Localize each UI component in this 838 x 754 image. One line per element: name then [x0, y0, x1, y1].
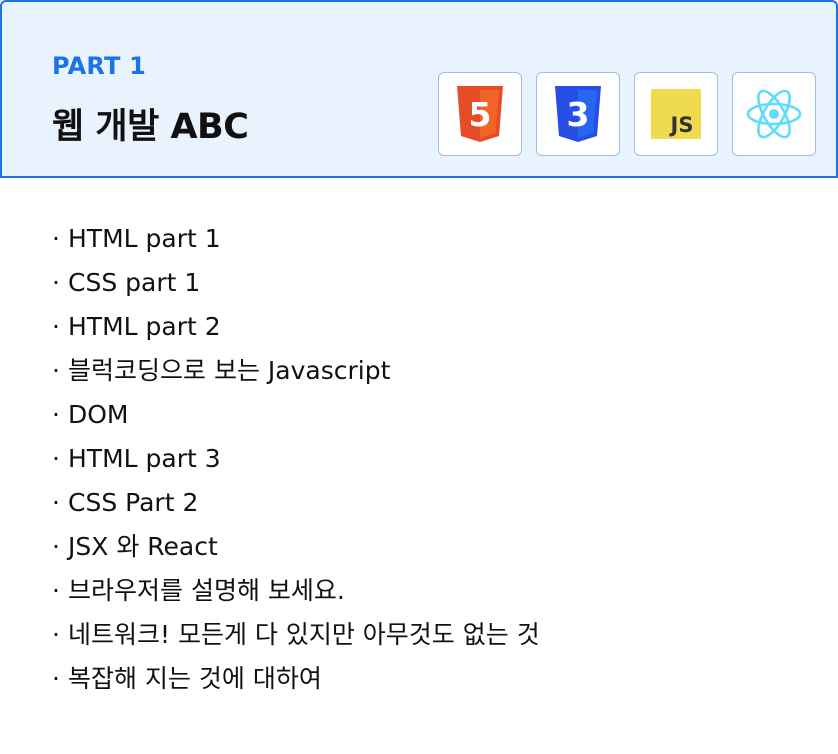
list-item: · 복잡해 지는 것에 대하여: [52, 660, 540, 704]
course-card: PART 1 웹 개발 ABC 5 3 JS · HTML part 1 · C…: [0, 0, 838, 754]
bullet: ·: [52, 268, 60, 297]
topic-label: CSS Part 2: [68, 488, 199, 517]
html5-icon: 5: [457, 86, 503, 142]
html5-glyph: 5: [469, 95, 492, 134]
list-item: · CSS part 1: [52, 264, 540, 308]
tech-icons: 5 3 JS: [438, 72, 816, 156]
list-item: · HTML part 1: [52, 220, 540, 264]
css3-tile: 3: [536, 72, 620, 156]
topic-label: HTML part 1: [68, 224, 221, 253]
bullet: ·: [52, 488, 60, 517]
javascript-glyph: JS: [669, 113, 694, 137]
javascript-icon: JS: [651, 89, 701, 139]
list-item: · CSS Part 2: [52, 484, 540, 528]
css3-icon: 3: [555, 86, 601, 142]
html5-tile: 5: [438, 72, 522, 156]
topic-label: HTML part 3: [68, 444, 221, 473]
topic-label: HTML part 2: [68, 312, 221, 341]
topic-label: 블럭코딩으로 보는 Javascript: [68, 356, 391, 385]
bullet: ·: [52, 400, 60, 429]
bullet: ·: [52, 576, 60, 605]
bullet: ·: [52, 664, 60, 693]
list-item: · 블럭코딩으로 보는 Javascript: [52, 352, 540, 396]
topic-label: 네트워크! 모든게 다 있지만 아무것도 없는 것: [68, 620, 540, 649]
javascript-tile: JS: [634, 72, 718, 156]
course-header: PART 1 웹 개발 ABC 5 3 JS: [0, 0, 838, 178]
bullet: ·: [52, 532, 60, 561]
bullet: ·: [52, 356, 60, 385]
topic-label: CSS part 1: [68, 268, 201, 297]
topic-label: 복잡해 지는 것에 대하여: [68, 664, 322, 693]
course-title: 웹 개발 ABC: [52, 107, 249, 147]
list-item: · HTML part 3: [52, 440, 540, 484]
topic-list: · HTML part 1 · CSS part 1 · HTML part 2 · 블…: [52, 220, 540, 704]
list-item: · 브라우저를 설명해 보세요.: [52, 572, 540, 616]
list-item: · JSX 와 React: [52, 528, 540, 572]
bullet: ·: [52, 620, 60, 649]
topic-label: JSX 와 React: [68, 532, 218, 561]
react-icon: [746, 89, 802, 139]
css3-glyph: 3: [567, 95, 590, 134]
part-label: PART 1: [52, 52, 146, 80]
topic-label: DOM: [68, 400, 129, 429]
bullet: ·: [52, 312, 60, 341]
react-tile: [732, 72, 816, 156]
bullet: ·: [52, 224, 60, 253]
bullet: ·: [52, 444, 60, 473]
list-item: · 네트워크! 모든게 다 있지만 아무것도 없는 것: [52, 616, 540, 660]
list-item: · DOM: [52, 396, 540, 440]
topic-label: 브라우저를 설명해 보세요.: [68, 576, 345, 605]
list-item: · HTML part 2: [52, 308, 540, 352]
